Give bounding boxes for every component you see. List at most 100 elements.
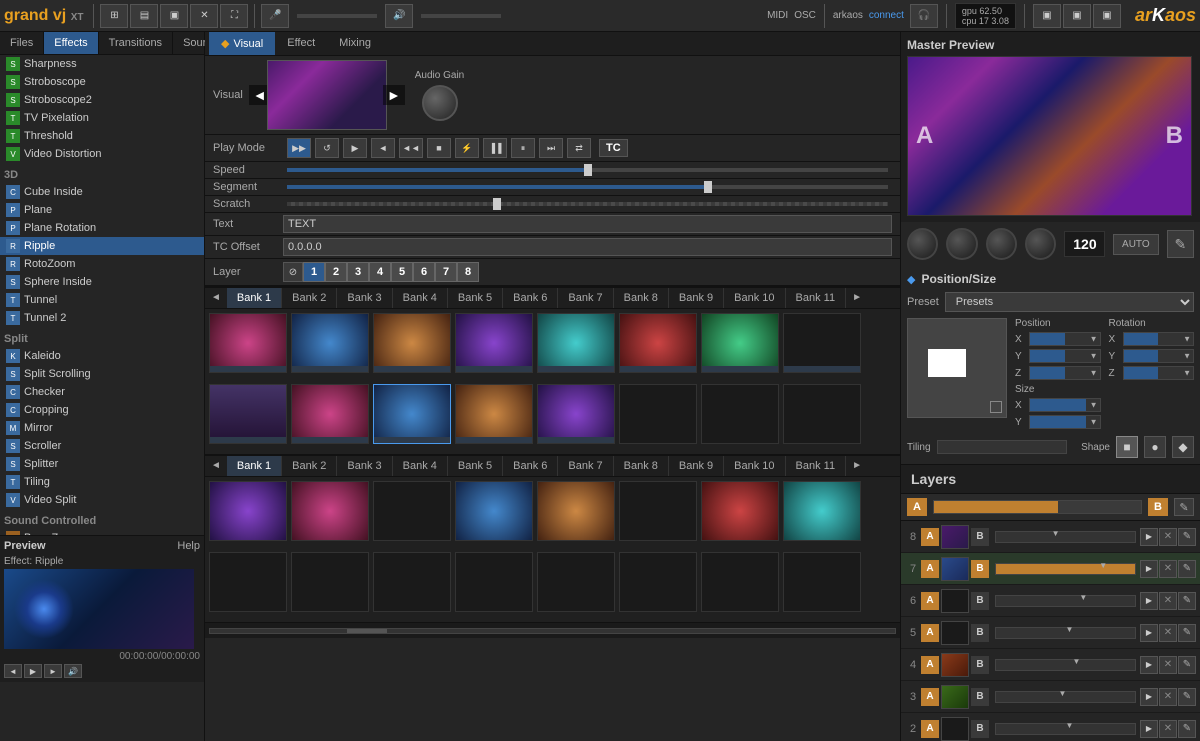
effect-tunnel[interactable]: TTunnel (0, 291, 204, 309)
bank-tab-9-bottom[interactable]: Bank 9 (669, 456, 724, 476)
effect-plane[interactable]: PPlane (0, 201, 204, 219)
tc-offset-input[interactable] (283, 238, 892, 256)
layer-2-edit-btn[interactable]: ✎ (1178, 720, 1196, 738)
thumb-arrow-right[interactable]: ► (383, 85, 405, 105)
tab-effects[interactable]: Effects (44, 32, 98, 54)
tab-files[interactable]: Files (0, 32, 44, 54)
pm-btn-6[interactable]: ■ (427, 138, 451, 158)
scrollbar-thumb[interactable] (347, 629, 387, 633)
layer-4-play-btn[interactable]: ▶ (1140, 656, 1158, 674)
preview-help-btn[interactable]: Help (177, 540, 200, 552)
pos-x-slider[interactable]: ▼ (1029, 332, 1101, 346)
layer-4-b-btn[interactable]: B (971, 656, 989, 674)
rot-z-slider[interactable]: ▼ (1123, 366, 1195, 380)
toolbar-btn-x[interactable]: ✕ (190, 4, 218, 28)
bank-cell-top-10[interactable] (291, 384, 369, 444)
bank-arrow-right-bottom[interactable]: ► (846, 456, 868, 476)
pm-btn-4[interactable]: ◄ (371, 138, 395, 158)
effect-mirror[interactable]: MMirror (0, 419, 204, 437)
bank-cell-top-12[interactable] (455, 384, 533, 444)
effects-list[interactable]: SSharpness SStroboscope SStroboscope2 TT… (0, 55, 204, 535)
layer-3-edit-btn[interactable]: ✎ (1178, 688, 1196, 706)
toolbar-btn-speaker[interactable]: 🔊 (385, 4, 413, 28)
pm-btn-7[interactable]: ⚡ (455, 138, 479, 158)
bank-cell-bot-10[interactable] (291, 552, 369, 612)
layer-2-a-btn[interactable]: A (921, 720, 939, 738)
shape-btn-circle[interactable]: ● (1144, 436, 1166, 458)
bank-tab-7-bottom[interactable]: Bank 7 (558, 456, 613, 476)
transport-edit-btn[interactable]: ✎ (1167, 230, 1194, 258)
bank-cell-bot-8[interactable] (783, 481, 861, 541)
bank-cell-top-8[interactable] (783, 313, 861, 373)
preview-volume-btn[interactable]: 🔊 (64, 664, 82, 678)
effect-scroller[interactable]: SScroller (0, 437, 204, 455)
bank-tab-2-top[interactable]: Bank 2 (282, 288, 337, 308)
layer-7-slider[interactable]: ▼ (995, 563, 1136, 575)
pm-btn-5[interactable]: ◄◄ (399, 138, 423, 158)
effect-cube-inside[interactable]: CCube Inside (0, 183, 204, 201)
layer-8-play-btn[interactable]: ▶ (1140, 528, 1158, 546)
effect-video-split[interactable]: VVideo Split (0, 491, 204, 509)
layer-4-slider[interactable]: ▼ (995, 659, 1136, 671)
bank-cell-bot-3[interactable] (373, 481, 451, 541)
layer-2-slider[interactable]: ▼ (995, 723, 1136, 735)
toolbar-btn-headphones[interactable]: 🎧 (910, 4, 938, 28)
toolbar-btn-layout[interactable]: ▤ (130, 4, 158, 28)
size-x-slider[interactable]: ▼ (1029, 398, 1101, 412)
layer-3-b-btn[interactable]: B (971, 688, 989, 706)
pm-btn-11[interactable]: ⇄ (567, 138, 591, 158)
effect-video-distortion[interactable]: VVideo Distortion (0, 145, 204, 163)
toolbar-btn-grid[interactable]: ⊞ (100, 4, 128, 28)
pm-btn-9[interactable]: ⏸ (511, 138, 535, 158)
layers-a-btn[interactable]: A (907, 498, 927, 516)
bank-tab-6-top[interactable]: Bank 6 (503, 288, 558, 308)
layer-btn-5[interactable]: 5 (391, 262, 413, 282)
bank-cell-bot-7[interactable] (701, 481, 779, 541)
layer-2-b-btn[interactable]: B (971, 720, 989, 738)
effect-tiling[interactable]: TTiling (0, 473, 204, 491)
layer-5-edit-btn[interactable]: ✎ (1178, 624, 1196, 642)
bank-cell-bot-2[interactable] (291, 481, 369, 541)
toolbar-btn-d3[interactable]: ▣ (1093, 4, 1121, 28)
size-y-slider[interactable]: ▼ (1029, 415, 1101, 429)
pm-btn-10[interactable]: ⏭ (539, 138, 563, 158)
rot-y-slider[interactable]: ▼ (1123, 349, 1195, 363)
bank-cell-bot-12[interactable] (455, 552, 533, 612)
bank-tab-4-top[interactable]: Bank 4 (393, 288, 448, 308)
layer-7-b-btn[interactable]: B (971, 560, 989, 578)
bank-tab-9-top[interactable]: Bank 9 (669, 288, 724, 308)
bank-tab-1-top[interactable]: Bank 1 (227, 288, 282, 308)
bank-arrow-right-top[interactable]: ► (846, 288, 868, 308)
bank-cell-bot-9[interactable] (209, 552, 287, 612)
shape-btn-diamond[interactable]: ◆ (1172, 436, 1194, 458)
layer-5-b-btn[interactable]: B (971, 624, 989, 642)
layer-7-play-btn[interactable]: ▶ (1140, 560, 1158, 578)
layer-block-btn[interactable]: ⊘ (283, 262, 303, 282)
toolbar-btn-d2[interactable]: ▣ (1063, 4, 1091, 28)
layer-btn-8[interactable]: 8 (457, 262, 479, 282)
bank-cell-top-15[interactable] (701, 384, 779, 444)
layer-8-x-btn[interactable]: ✕ (1159, 528, 1177, 546)
segment-slider[interactable] (287, 185, 888, 189)
layer-btn-6[interactable]: 6 (413, 262, 435, 282)
bank-cell-top-11[interactable] (373, 384, 451, 444)
bank-cell-top-14[interactable] (619, 384, 697, 444)
text-input[interactable] (283, 215, 892, 233)
bank-tab-11-top[interactable]: Bank 11 (786, 288, 847, 308)
layer-2-play-btn[interactable]: ▶ (1140, 720, 1158, 738)
bank-cell-bot-4[interactable] (455, 481, 533, 541)
layers-ab-slider[interactable] (933, 500, 1142, 514)
toolbar-btn-d1[interactable]: ▣ (1033, 4, 1061, 28)
effect-checker[interactable]: CChecker (0, 383, 204, 401)
bank-tab-10-bottom[interactable]: Bank 10 (724, 456, 785, 476)
connect-label[interactable]: connect (869, 10, 904, 21)
bank-cell-bot-13[interactable] (537, 552, 615, 612)
layers-header-edit-btn[interactable]: ✎ (1174, 498, 1194, 516)
layer-6-b-btn[interactable]: B (971, 592, 989, 610)
bank-tab-3-bottom[interactable]: Bank 3 (337, 456, 392, 476)
pos-z-slider[interactable]: ▼ (1029, 366, 1101, 380)
bank-cell-top-9[interactable] (209, 384, 287, 444)
layer-3-x-btn[interactable]: ✕ (1159, 688, 1177, 706)
tc-button[interactable]: TC (599, 139, 628, 157)
transport-knob-3[interactable] (986, 228, 1017, 260)
